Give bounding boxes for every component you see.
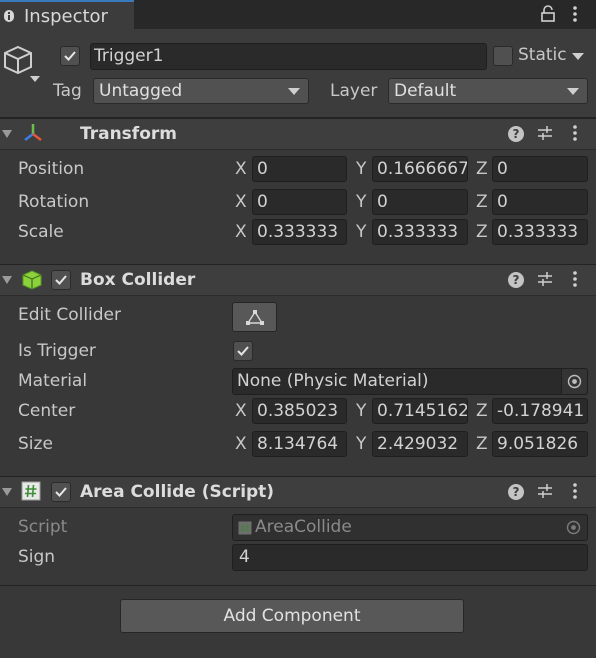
edit-collider-label: Edit Collider xyxy=(18,305,122,325)
help-icon[interactable]: ? xyxy=(508,126,524,142)
check-icon xyxy=(64,51,76,61)
sign-field[interactable]: 4 xyxy=(232,544,588,571)
scale-label: Scale xyxy=(18,222,64,242)
add-component-button[interactable]: Add Component xyxy=(120,599,464,633)
axis-x-label[interactable]: X xyxy=(235,434,247,454)
axis-y-label[interactable]: Y xyxy=(356,222,366,242)
material-label: Material xyxy=(18,371,88,391)
object-name-input[interactable]: Trigger1 xyxy=(90,43,487,70)
icon-dropdown-arrow-icon[interactable] xyxy=(30,76,40,82)
rotation-z-field[interactable]: 0 xyxy=(492,189,588,215)
gameobject-cube-icon[interactable] xyxy=(2,44,34,76)
center-z-field[interactable]: -0.178941 xyxy=(492,398,588,424)
script-value: AreaCollide xyxy=(255,517,352,537)
box-collider-enabled-checkbox[interactable] xyxy=(51,270,71,290)
center-label: Center xyxy=(18,401,76,421)
position-label: Position xyxy=(18,159,85,179)
axis-z-label[interactable]: Z xyxy=(476,159,488,179)
axis-x-label[interactable]: X xyxy=(235,401,247,421)
axis-y-label[interactable]: Y xyxy=(356,192,366,212)
help-icon[interactable]: ? xyxy=(508,484,524,500)
check-icon xyxy=(55,487,67,497)
tag-value: Untagged xyxy=(99,81,183,101)
transform-menu-icon[interactable] xyxy=(568,124,582,142)
tab-label: Inspector xyxy=(24,6,108,27)
axis-x-label[interactable]: X xyxy=(235,159,247,179)
object-picker-button[interactable] xyxy=(561,369,587,394)
is-trigger-label: Is Trigger xyxy=(18,341,96,361)
position-z-field[interactable]: 0 xyxy=(492,156,588,182)
box-collider-foldout-icon[interactable] xyxy=(2,276,12,284)
axis-z-label[interactable]: Z xyxy=(476,434,488,454)
scale-z-field[interactable]: 0.333333 xyxy=(492,219,588,245)
tab-inspector[interactable]: Inspector xyxy=(0,0,134,29)
divider xyxy=(0,585,596,586)
chevron-down-icon xyxy=(288,88,300,95)
axis-y-label[interactable]: Y xyxy=(356,159,366,179)
target-icon xyxy=(566,520,581,535)
scale-y-field[interactable]: 0.333333 xyxy=(372,219,468,245)
scale-x-field[interactable]: 0.333333 xyxy=(252,219,347,245)
axis-z-label[interactable]: Z xyxy=(476,401,488,421)
axis-x-label[interactable]: X xyxy=(235,192,247,212)
static-checkbox[interactable] xyxy=(493,46,513,66)
presets-icon[interactable] xyxy=(537,125,553,141)
center-x-field[interactable]: 0.385023 xyxy=(252,398,347,424)
static-label[interactable]: Static xyxy=(518,45,567,65)
rotation-x-field[interactable]: 0 xyxy=(252,189,347,215)
target-icon xyxy=(567,374,582,389)
info-icon xyxy=(4,10,14,22)
chevron-down-icon xyxy=(567,88,579,95)
area-collide-enabled-checkbox[interactable] xyxy=(51,482,71,502)
script-file-icon xyxy=(238,521,252,535)
layer-label: Layer xyxy=(330,81,378,101)
position-x-field[interactable]: 0 xyxy=(252,156,347,182)
check-icon xyxy=(237,346,249,356)
tag-dropdown[interactable]: Untagged xyxy=(93,78,309,104)
transform-foldout-icon[interactable] xyxy=(2,130,12,138)
material-value: None (Physic Material) xyxy=(237,371,429,391)
axis-y-label[interactable]: Y xyxy=(356,401,366,421)
layer-dropdown[interactable]: Default xyxy=(388,78,588,104)
position-y-field[interactable]: 0.1666667 xyxy=(372,156,468,182)
script-icon xyxy=(21,481,41,501)
area-collide-foldout-icon[interactable] xyxy=(2,488,12,496)
lock-icon[interactable] xyxy=(540,5,556,23)
box-collider-title: Box Collider xyxy=(80,270,196,290)
axis-z-label[interactable]: Z xyxy=(476,222,488,242)
static-dropdown-arrow-icon[interactable] xyxy=(572,53,584,60)
material-object-field[interactable]: None (Physic Material) xyxy=(232,368,588,395)
area-collide-title: Area Collide (Script) xyxy=(80,482,275,502)
edit-collider-button[interactable] xyxy=(232,302,277,332)
center-y-field[interactable]: 0.7145162 xyxy=(372,398,468,424)
size-y-field[interactable]: 2.429032 xyxy=(372,431,468,457)
active-checkbox[interactable] xyxy=(60,46,80,66)
rotation-label: Rotation xyxy=(18,192,90,212)
script-label: Script xyxy=(18,517,68,537)
rotation-y-field[interactable]: 0 xyxy=(372,189,468,215)
area-collide-menu-icon[interactable] xyxy=(568,482,582,500)
transform-title: Transform xyxy=(80,124,177,144)
presets-icon[interactable] xyxy=(537,483,553,499)
size-z-field[interactable]: 9.051826 xyxy=(492,431,588,457)
transform-axes-icon xyxy=(24,124,42,141)
edit-bounds-icon xyxy=(246,310,264,325)
axis-y-label[interactable]: Y xyxy=(356,434,366,454)
sign-label: Sign xyxy=(18,547,56,567)
script-object-field: AreaCollide xyxy=(232,514,588,541)
layer-value: Default xyxy=(394,81,457,101)
tab-menu-icon[interactable] xyxy=(568,5,582,23)
size-label: Size xyxy=(18,434,53,454)
tag-label: Tag xyxy=(53,81,82,101)
axis-x-label[interactable]: X xyxy=(235,222,247,242)
check-icon xyxy=(55,275,67,285)
box-collider-menu-icon[interactable] xyxy=(568,270,582,288)
size-x-field[interactable]: 8.134764 xyxy=(252,431,347,457)
box-collider-icon xyxy=(22,270,42,290)
help-icon[interactable]: ? xyxy=(508,272,524,288)
presets-icon[interactable] xyxy=(537,271,553,287)
axis-z-label[interactable]: Z xyxy=(476,192,488,212)
is-trigger-checkbox[interactable] xyxy=(233,341,253,361)
